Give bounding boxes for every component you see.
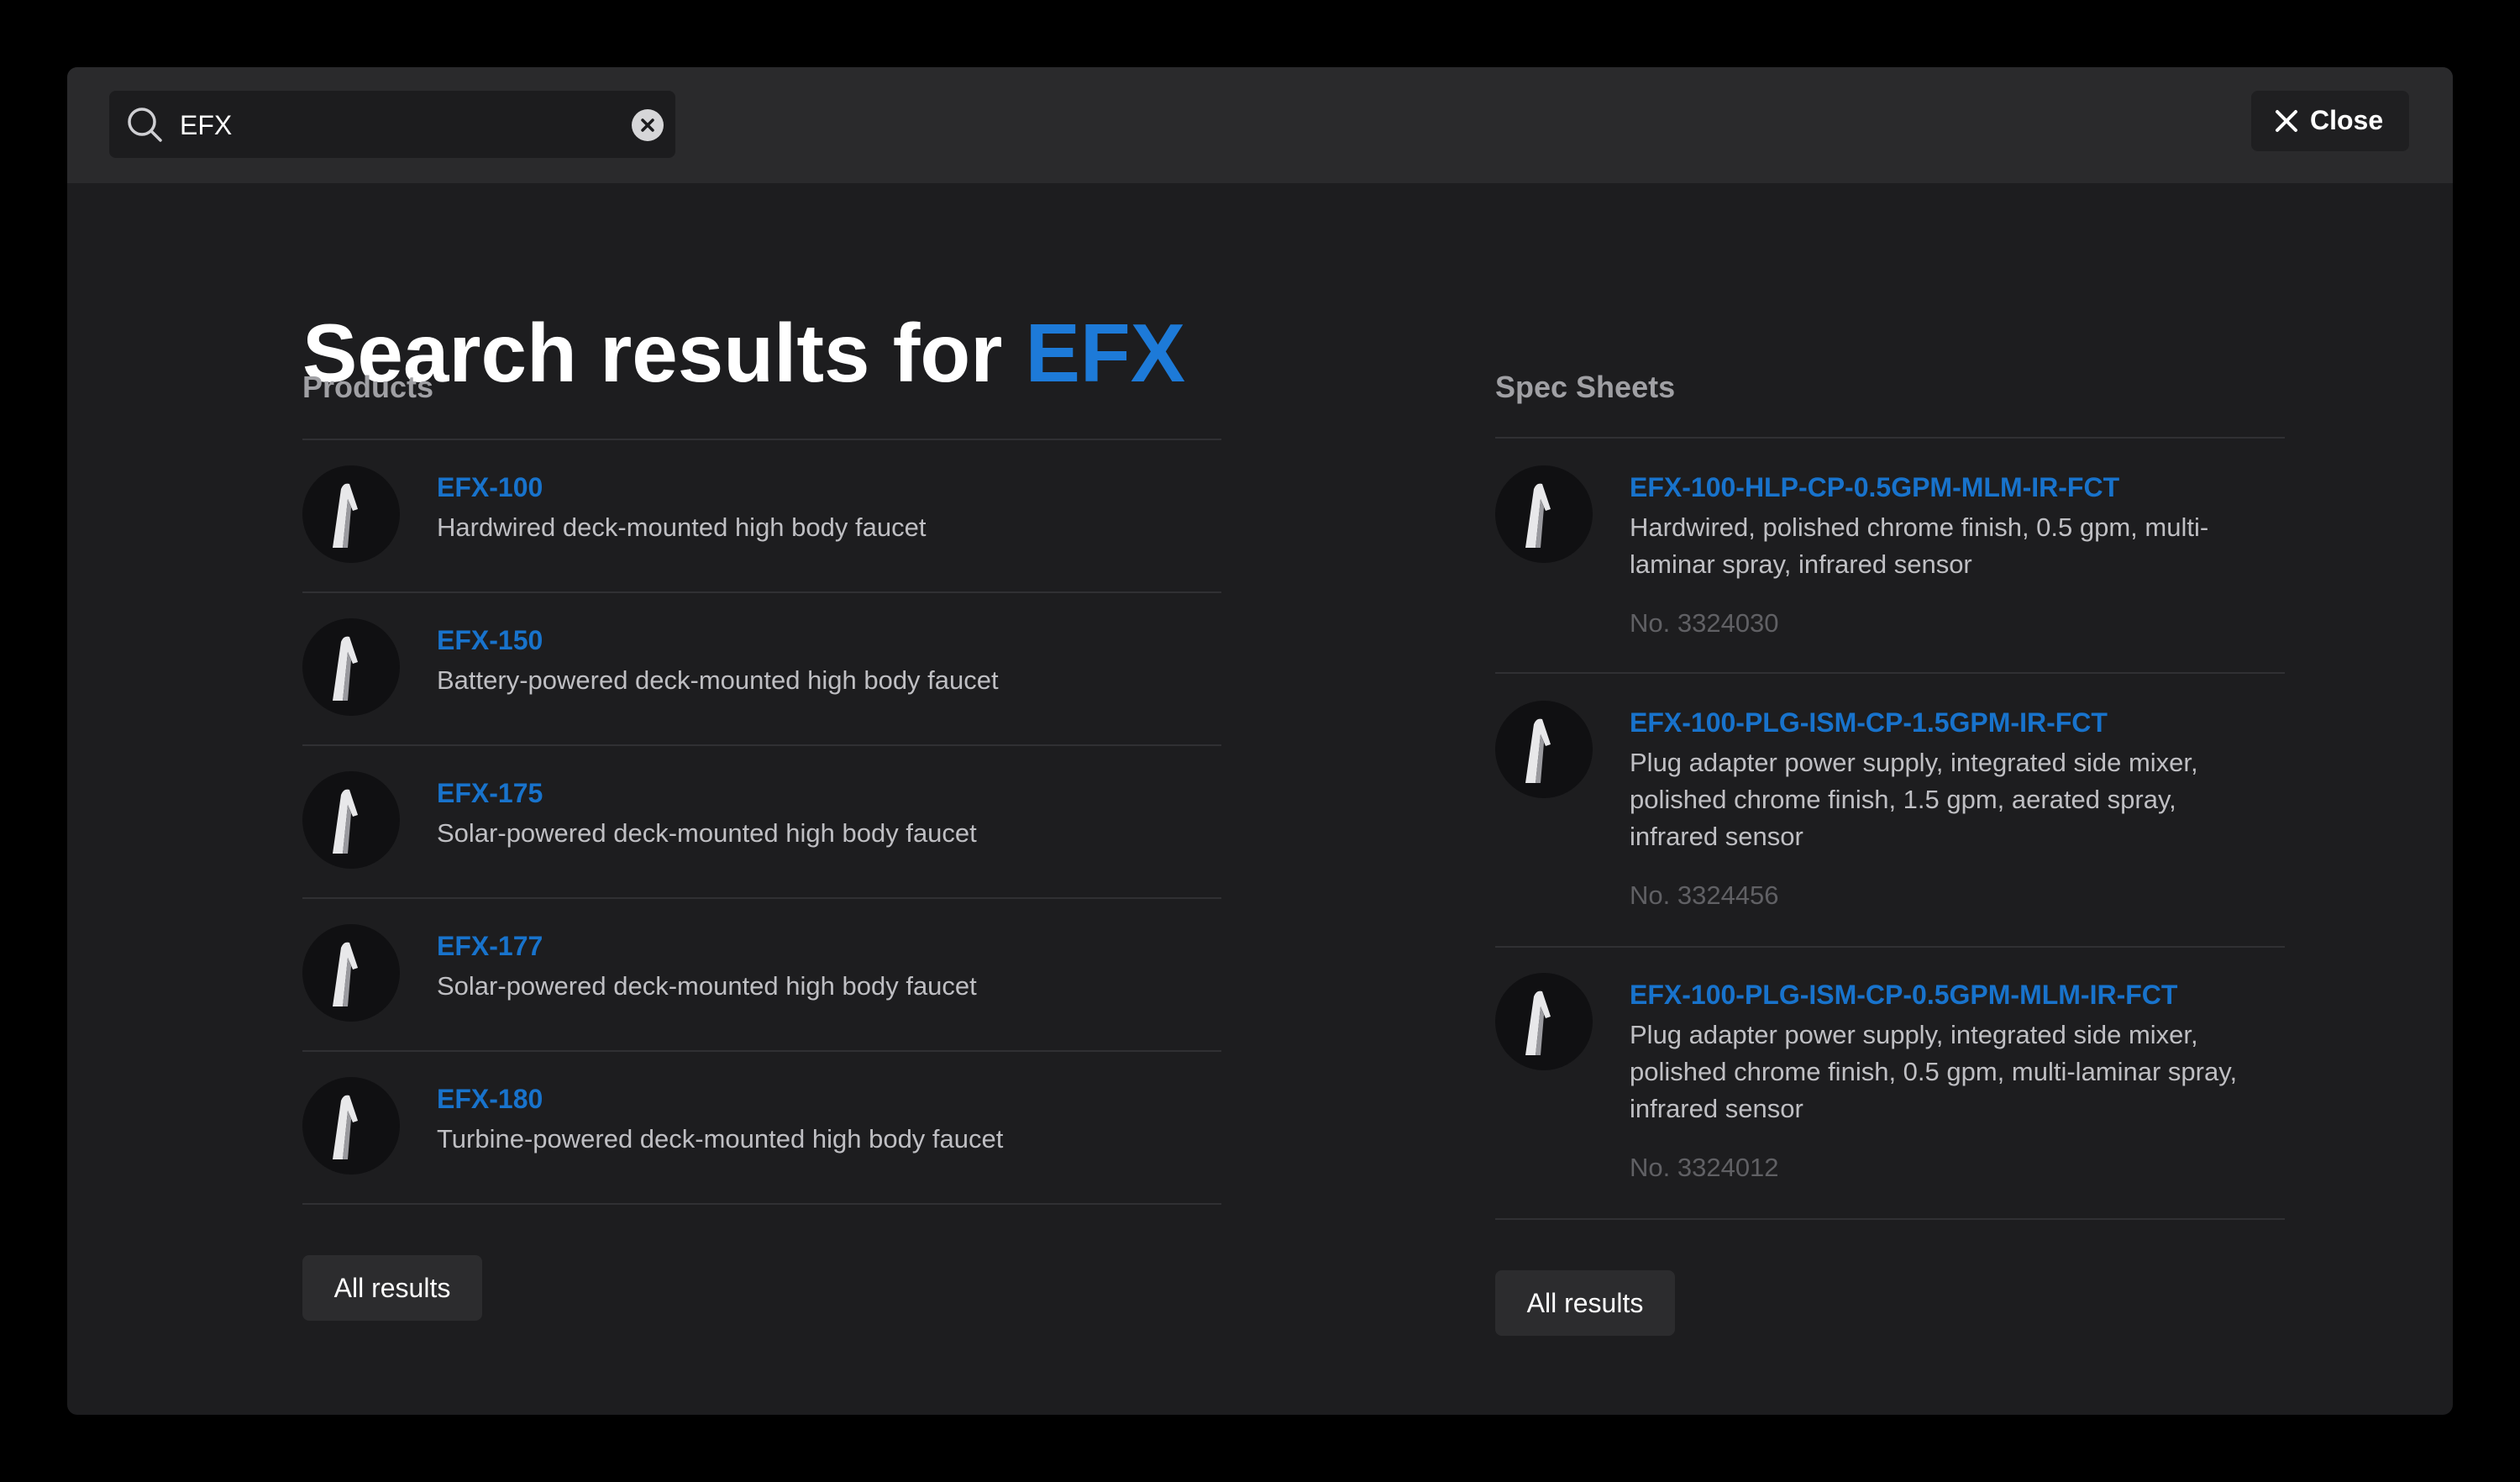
faucet-icon [333, 636, 358, 701]
close-button-label: Close [2310, 105, 2384, 135]
product-description: Battery-powered deck-mounted high body f… [437, 665, 999, 695]
search-icon [128, 108, 162, 142]
product-description: Solar-powered deck-mounted high body fau… [437, 971, 977, 1001]
product-title[interactable]: EFX-180 [437, 1084, 543, 1115]
products-divider [302, 897, 1221, 899]
faucet-thumbnail [1495, 973, 1593, 1070]
product-description: Turbine-powered deck-mounted high body f… [437, 1124, 1004, 1154]
faucet-thumbnail [1495, 701, 1593, 798]
products-heading: Products [302, 370, 434, 404]
faucet-icon [1525, 991, 1551, 1055]
close-button[interactable]: Close [2251, 91, 2409, 151]
products-all-results-button[interactable]: All results [302, 1255, 482, 1321]
faucet-thumbnail [302, 924, 400, 1022]
spec-sheet-number: No. 3324030 [1630, 608, 1779, 638]
faucet-thumbnail [1495, 465, 1593, 563]
faucet-icon [1525, 483, 1551, 548]
spec-sheet-title[interactable]: EFX-100-PLG-ISM-CP-1.5GPM-IR-FCT [1630, 707, 2108, 738]
spec-sheet-description: Plug adapter power supply, integrated si… [1630, 748, 2198, 851]
search-modal: Close Search results for EFX Products EF… [67, 67, 2453, 1415]
faucet-thumbnail [302, 1077, 400, 1175]
search-term: EFX [1025, 307, 1186, 399]
product-title[interactable]: EFX-175 [437, 778, 543, 809]
spec-sheet-number: No. 3324456 [1630, 880, 1779, 910]
products-divider [302, 439, 1221, 440]
search-topbar: Close [67, 67, 2453, 183]
faucet-thumbnail [302, 465, 400, 563]
faucet-icon [333, 789, 358, 854]
spec-sheet-number: No. 3324012 [1630, 1153, 1779, 1182]
faucet-thumbnail [302, 618, 400, 716]
spec-sheets-all-results-button[interactable]: All results [1495, 1270, 1675, 1336]
spec-sheets-divider [1495, 672, 2285, 674]
spec-sheet-title[interactable]: EFX-100-HLP-CP-0.5GPM-MLM-IR-FCT [1630, 472, 2119, 503]
product-title[interactable]: EFX-100 [437, 472, 543, 503]
products-divider [302, 744, 1221, 746]
faucet-thumbnail [302, 771, 400, 869]
product-title[interactable]: EFX-150 [437, 625, 543, 656]
spec-sheets-divider [1495, 1218, 2285, 1220]
spec-sheets-divider [1495, 946, 2285, 948]
faucet-icon [333, 483, 358, 548]
spec-sheets-divider [1495, 437, 2285, 439]
faucet-icon [333, 1095, 358, 1159]
clear-icon [641, 118, 654, 132]
spec-sheet-title[interactable]: EFX-100-PLG-ISM-CP-0.5GPM-MLM-IR-FCT [1630, 980, 2177, 1011]
product-description: Solar-powered deck-mounted high body fau… [437, 818, 977, 848]
products-divider [302, 1203, 1221, 1205]
spec-sheets-heading: Spec Sheets [1495, 370, 1676, 404]
faucet-icon [1525, 718, 1551, 783]
spec-sheet-description: Plug adapter power supply, integrated si… [1630, 1020, 2238, 1123]
spec-sheet-description: Hardwired, polished chrome finish, 0.5 g… [1630, 512, 2209, 579]
products-divider [302, 591, 1221, 593]
faucet-icon [333, 942, 358, 1006]
product-title[interactable]: EFX-177 [437, 931, 543, 962]
product-description: Hardwired deck-mounted high body faucet [437, 512, 927, 542]
search-field[interactable] [109, 91, 675, 158]
products-divider [302, 1050, 1221, 1052]
search-input[interactable] [178, 99, 585, 151]
page-title: Search results for EFX [302, 302, 1185, 403]
close-icon [2276, 110, 2297, 132]
